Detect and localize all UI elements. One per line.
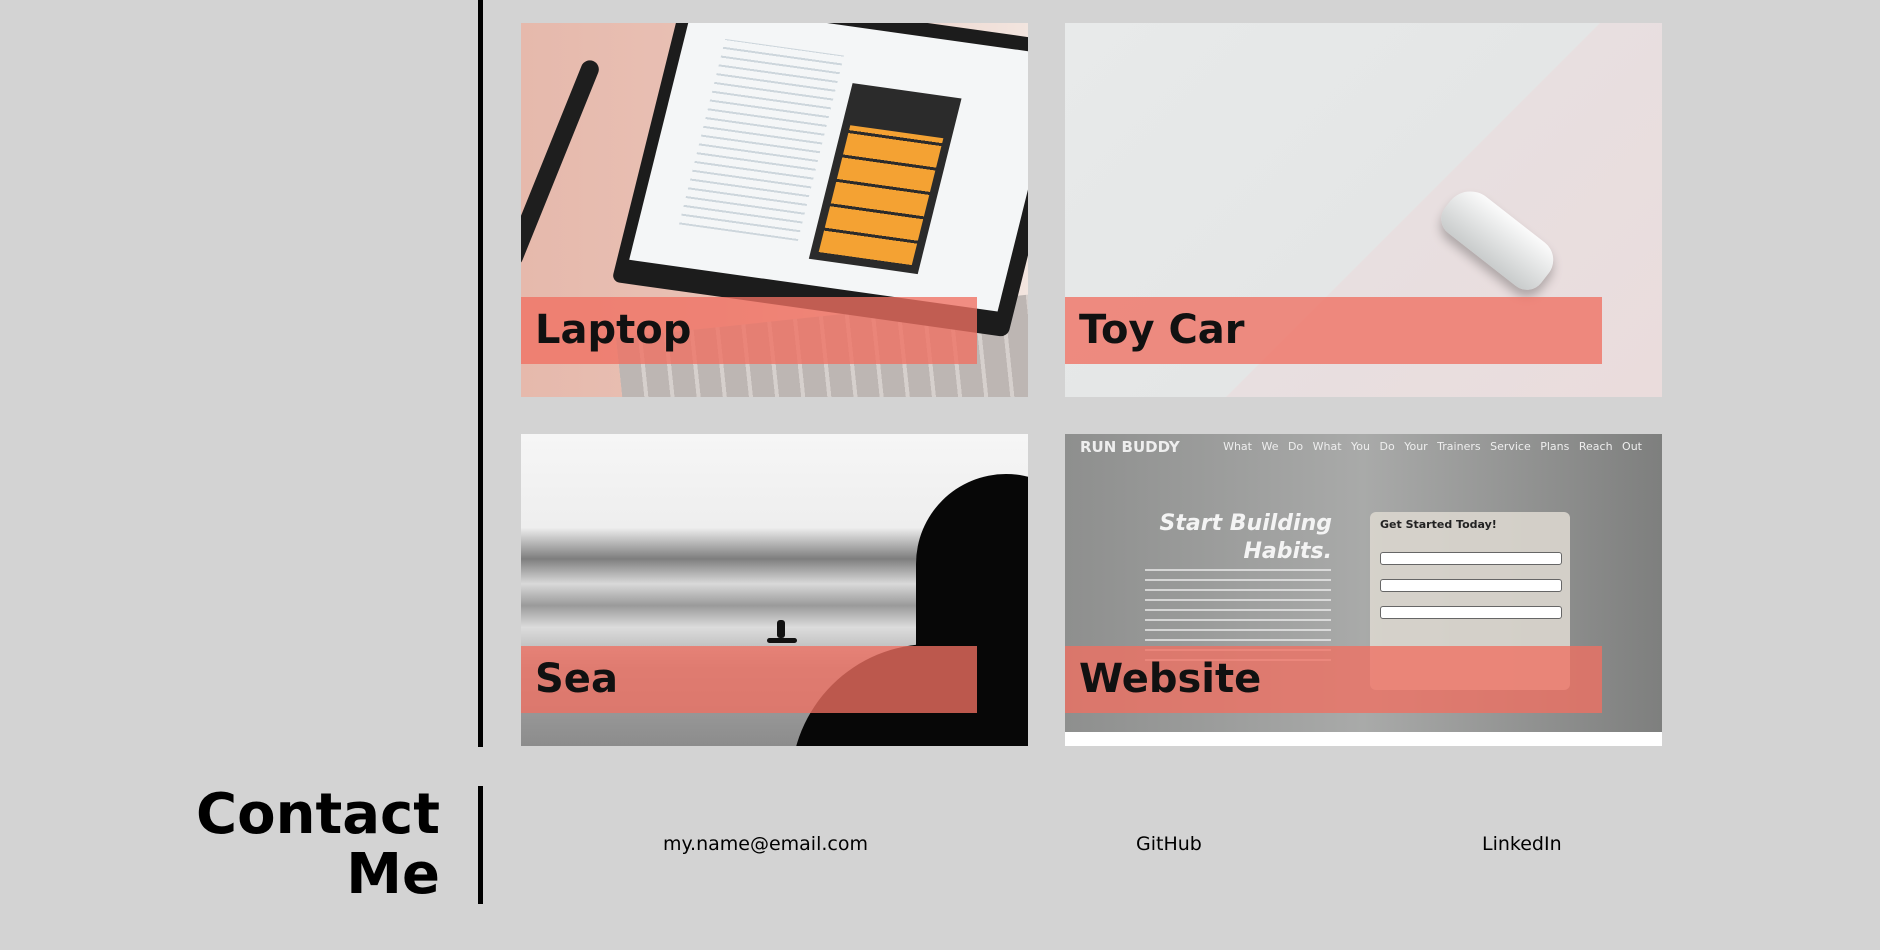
project-label: Toy Car: [1065, 297, 1602, 364]
surfboard: [767, 638, 797, 643]
website-form-field: [1380, 579, 1562, 592]
project-card-toy-car[interactable]: Toy Car: [1065, 23, 1662, 397]
project-label: Laptop: [521, 297, 977, 364]
project-card-sea[interactable]: Sea: [521, 434, 1028, 746]
vertical-divider: [478, 0, 483, 747]
contact-divider: [478, 786, 483, 904]
lamp-arm: [521, 57, 602, 269]
contact-heading-line2: Me: [346, 842, 440, 907]
contact-heading: Contact Me: [196, 785, 440, 905]
contact-heading-line1: Contact: [196, 782, 440, 847]
toy-car-graphic: [1433, 180, 1563, 298]
website-hero-heading: Start Building Habits.: [1159, 511, 1332, 564]
surfer-figure: [777, 620, 785, 638]
website-brand: RUN BUDDY: [1080, 438, 1180, 456]
project-label: Sea: [521, 646, 977, 713]
website-form-field: [1380, 606, 1562, 619]
website-bottom-strip: [1065, 732, 1662, 746]
calculator-app: [808, 83, 962, 275]
email-link[interactable]: my.name@email.com: [663, 833, 868, 855]
project-card-website[interactable]: RUN BUDDY What We Do What You Do Your Tr…: [1065, 434, 1662, 746]
project-card-laptop[interactable]: Laptop: [521, 23, 1028, 397]
website-form-field: [1380, 552, 1562, 565]
project-label: Website: [1065, 646, 1602, 713]
linkedin-link[interactable]: LinkedIn: [1482, 833, 1562, 855]
code-lines: [679, 38, 845, 242]
website-nav: What We Do What You Do Your Trainers Ser…: [1223, 440, 1642, 453]
github-link[interactable]: GitHub: [1136, 833, 1202, 855]
laptop-screen: [611, 23, 1028, 338]
website-form-title: Get Started Today!: [1380, 518, 1497, 531]
